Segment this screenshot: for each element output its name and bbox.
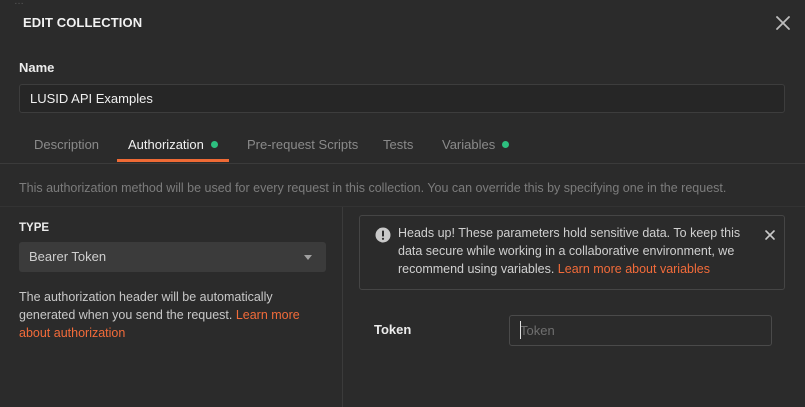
tab-pre-request-scripts-label: Pre-request Scripts xyxy=(247,137,359,152)
tab-variables[interactable]: Variables xyxy=(442,128,510,162)
background-text-fragment: … xyxy=(14,0,24,7)
tab-pre-request-scripts[interactable]: Pre-request Scripts xyxy=(247,128,358,162)
collection-name-input[interactable] xyxy=(19,84,785,113)
authorization-description: This authorization method will be used f… xyxy=(19,181,727,195)
auth-help-description: The authorization header will be automat… xyxy=(19,290,273,322)
close-icon xyxy=(776,16,790,30)
close-dialog-button[interactable] xyxy=(770,10,796,36)
sensitive-data-alert: Heads up! These parameters hold sensitiv… xyxy=(359,215,785,290)
token-label: Token xyxy=(374,322,412,337)
exclamation-circle-icon xyxy=(375,227,391,243)
tab-variables-status-dot xyxy=(502,141,510,148)
auth-type-value: Bearer Token xyxy=(29,249,107,264)
section-divider xyxy=(0,206,805,207)
tab-tests[interactable]: Tests xyxy=(383,128,413,162)
chevron-down-icon xyxy=(304,255,312,260)
tab-bar: Description Authorization Pre-request Sc… xyxy=(0,128,805,164)
name-label: Name xyxy=(19,60,55,75)
tab-tests-label: Tests xyxy=(383,137,414,152)
dialog-title: EDIT COLLECTION xyxy=(23,15,143,30)
learn-more-variables-link[interactable]: Learn more about variables xyxy=(558,262,710,276)
tab-authorization-status-dot xyxy=(210,141,218,148)
tab-variables-label: Variables xyxy=(442,137,496,152)
tab-description-label: Description xyxy=(34,137,100,152)
column-divider xyxy=(342,207,343,407)
text-cursor xyxy=(520,321,521,339)
auth-help-text: The authorization header will be automat… xyxy=(19,288,329,342)
token-input[interactable] xyxy=(509,315,772,346)
edit-collection-dialog: … EDIT COLLECTION Name Description Autho… xyxy=(0,0,805,407)
tab-authorization[interactable]: Authorization xyxy=(117,128,229,162)
type-label: TYPE xyxy=(19,222,50,234)
auth-type-select[interactable]: Bearer Token xyxy=(19,242,326,272)
close-icon[interactable] xyxy=(763,228,777,242)
tab-description[interactable]: Description xyxy=(34,128,99,162)
alert-message: Heads up! These parameters hold sensitiv… xyxy=(398,224,748,278)
tab-authorization-label: Authorization xyxy=(128,137,204,152)
